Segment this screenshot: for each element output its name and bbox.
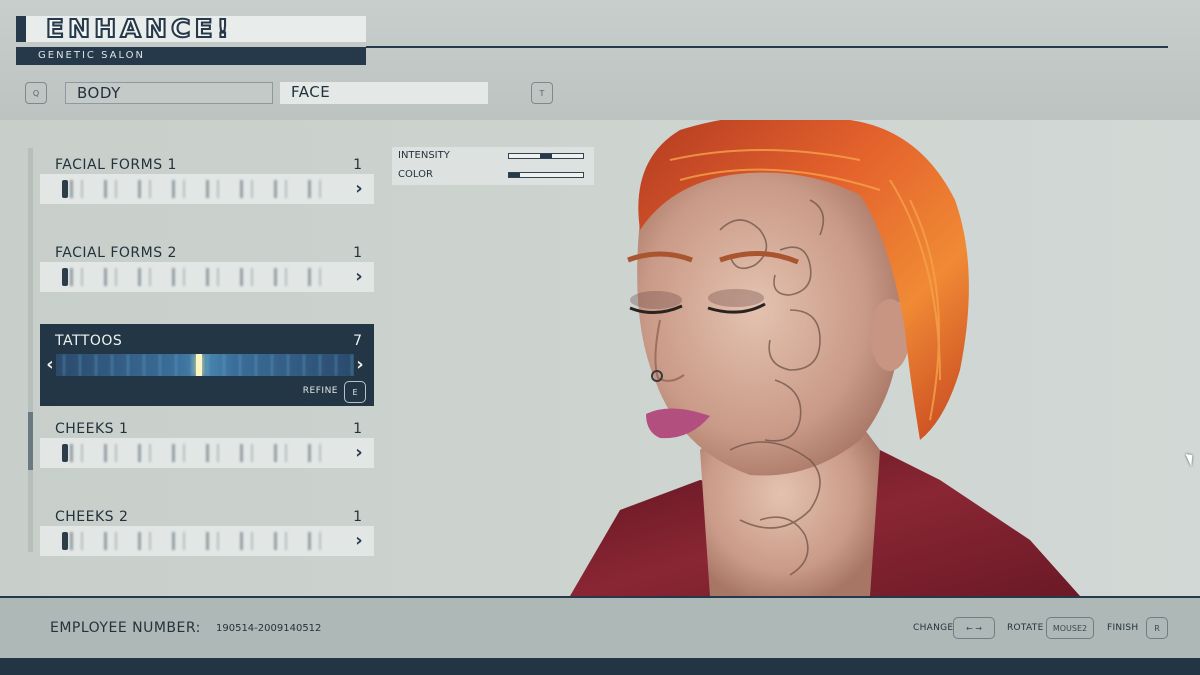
tab-body[interactable]: BODY xyxy=(65,82,273,104)
option-strip[interactable]: › xyxy=(40,526,374,556)
category-label: FACIAL FORMS 2 xyxy=(55,245,177,261)
chevron-right-icon[interactable]: › xyxy=(352,268,366,286)
tab-face[interactable]: FACE xyxy=(280,82,488,104)
finish-hint-label: FINISH xyxy=(1107,623,1139,633)
option-handle[interactable] xyxy=(196,354,202,376)
option-strip[interactable]: › xyxy=(40,438,374,468)
chevron-right-icon[interactable]: › xyxy=(352,532,366,550)
category-value: 1 xyxy=(353,157,362,173)
list-scrollbar-track[interactable] xyxy=(28,148,33,552)
chevron-left-icon[interactable]: ‹ xyxy=(43,356,57,374)
category-facial-forms-1[interactable]: FACIAL FORMS 1 1 › xyxy=(40,155,374,207)
category-facial-forms-2[interactable]: FACIAL FORMS 2 1 › xyxy=(40,243,374,295)
category-label: CHEEKS 1 xyxy=(55,421,129,437)
logo-bar: ENHANCE! xyxy=(16,13,366,44)
option-handle[interactable] xyxy=(62,444,68,462)
character-portrait xyxy=(570,120,1080,596)
next-tab-key[interactable]: T xyxy=(531,82,553,104)
list-scrollbar-thumb[interactable] xyxy=(28,412,33,470)
option-marks xyxy=(60,268,328,286)
refine-label: REFINE xyxy=(302,386,338,396)
finish-key-button[interactable]: R xyxy=(1146,617,1168,639)
tattoo-option-strip[interactable] xyxy=(56,354,354,376)
change-hint-label: CHANGE xyxy=(913,623,954,633)
category-value: 1 xyxy=(353,245,362,261)
logo: ENHANCE! xyxy=(45,13,233,44)
category-tattoos[interactable]: TATTOOS 7 ‹ › REFINE E xyxy=(40,324,374,406)
employee-number-label: EMPLOYEE NUMBER: xyxy=(50,620,201,636)
option-marks xyxy=(60,532,328,550)
category-label: CHEEKS 2 xyxy=(55,509,129,525)
subtitle-bar: GENETIC SALON xyxy=(16,47,366,65)
chevron-right-icon[interactable]: › xyxy=(352,444,366,462)
option-marks xyxy=(60,444,328,462)
category-value: 7 xyxy=(353,333,362,349)
refine-key-button[interactable]: E xyxy=(344,381,366,403)
color-slider-fill[interactable] xyxy=(509,173,520,177)
category-label: FACIAL FORMS 1 xyxy=(55,157,177,173)
option-marks xyxy=(60,180,328,198)
option-strip[interactable]: › xyxy=(40,174,374,204)
employee-number-value: 190514-2009140512 xyxy=(216,623,322,634)
intensity-slider[interactable] xyxy=(508,153,584,159)
option-handle[interactable] xyxy=(62,268,68,286)
footer: EMPLOYEE NUMBER: 190514-2009140512 CHANG… xyxy=(0,596,1200,658)
category-cheeks-1[interactable]: CHEEKS 1 1 › xyxy=(40,419,374,471)
subtitle: GENETIC SALON xyxy=(38,50,146,61)
color-slider[interactable] xyxy=(508,172,584,178)
header: ENHANCE! GENETIC SALON Q BODY FACE T xyxy=(0,0,1200,120)
tattoo-adjustments-panel: INTENSITY COLOR xyxy=(392,147,594,185)
prev-tab-key[interactable]: Q xyxy=(25,82,47,104)
header-divider xyxy=(366,46,1168,48)
change-key-button[interactable]: ← → xyxy=(953,617,995,639)
category-cheeks-2[interactable]: CHEEKS 2 1 › xyxy=(40,507,374,559)
chevron-right-icon[interactable]: › xyxy=(352,180,366,198)
intensity-label: INTENSITY xyxy=(398,150,450,161)
rotate-hint-label: ROTATE xyxy=(1007,623,1044,633)
color-label: COLOR xyxy=(398,169,433,180)
category-value: 1 xyxy=(353,509,362,525)
category-value: 1 xyxy=(353,421,362,437)
option-handle[interactable] xyxy=(62,532,68,550)
rotate-key-button[interactable]: MOUSE2 xyxy=(1046,617,1094,639)
chevron-right-icon[interactable]: › xyxy=(353,356,367,374)
category-label: TATTOOS xyxy=(55,333,123,349)
option-handle[interactable] xyxy=(62,180,68,198)
option-strip[interactable]: › xyxy=(40,262,374,292)
intensity-slider-thumb[interactable] xyxy=(540,154,552,158)
character-preview[interactable] xyxy=(560,120,1200,596)
footer-bottom-bar xyxy=(0,658,1200,675)
